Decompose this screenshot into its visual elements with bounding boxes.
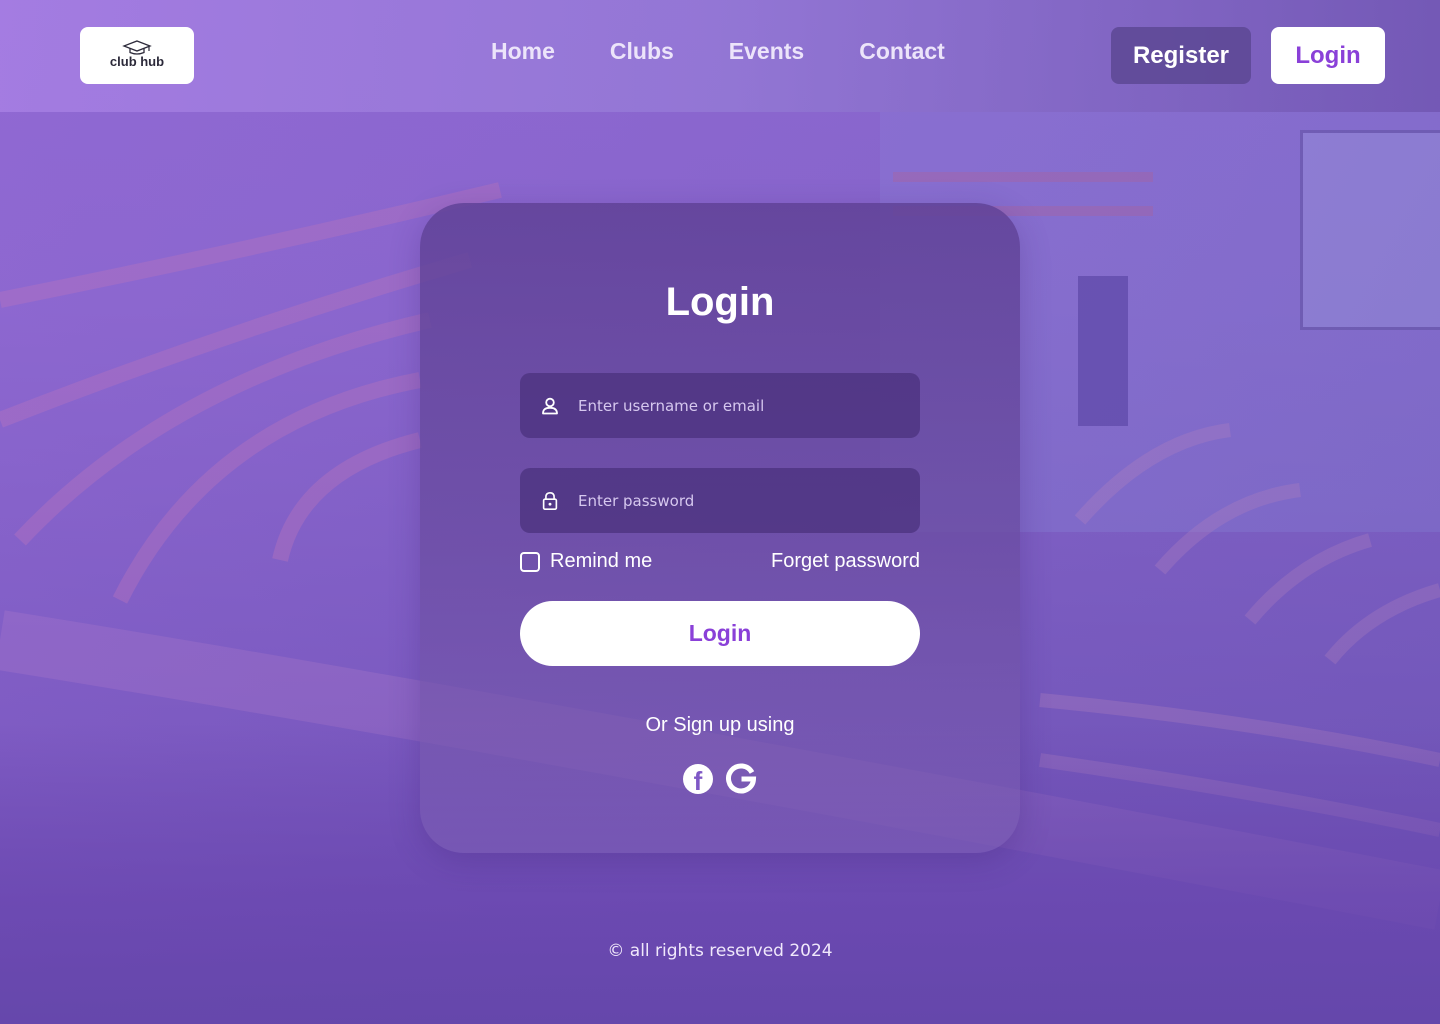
username-field bbox=[520, 373, 920, 438]
nav-home[interactable]: Home bbox=[491, 38, 555, 65]
login-submit-button[interactable]: Login bbox=[520, 601, 920, 666]
top-header: club hub Home Clubs Events Contact Regis… bbox=[0, 0, 1440, 112]
register-button[interactable]: Register bbox=[1111, 27, 1251, 84]
facebook-icon[interactable]: f bbox=[683, 764, 713, 794]
password-input[interactable] bbox=[578, 491, 898, 510]
checkbox-square[interactable] bbox=[520, 551, 540, 572]
signup-text: Or Sign up using bbox=[645, 714, 795, 736]
google-icon[interactable] bbox=[725, 763, 757, 795]
lock-icon bbox=[542, 491, 558, 510]
password-field bbox=[520, 468, 920, 533]
username-input[interactable] bbox=[578, 396, 898, 415]
logo-text: club hub bbox=[109, 53, 165, 69]
social-login: f bbox=[683, 763, 757, 795]
user-icon bbox=[542, 397, 558, 414]
logo[interactable]: club hub bbox=[80, 27, 194, 84]
forget-password-link[interactable]: Forget password bbox=[771, 550, 920, 573]
login-card: Login Remind me Forget password Login Or… bbox=[420, 203, 1020, 853]
main-nav: Home Clubs Events Contact bbox=[491, 38, 1000, 65]
login-title: Login bbox=[665, 280, 775, 324]
remind-me-label: Remind me bbox=[550, 550, 653, 572]
nav-clubs[interactable]: Clubs bbox=[610, 38, 674, 65]
remind-me-checkbox[interactable]: Remind me bbox=[520, 550, 652, 573]
nav-contact[interactable]: Contact bbox=[859, 38, 945, 65]
nav-events[interactable]: Events bbox=[729, 38, 804, 65]
footer-copyright: © all rights reserved 2024 bbox=[607, 941, 833, 961]
header-login-button[interactable]: Login bbox=[1271, 27, 1385, 84]
